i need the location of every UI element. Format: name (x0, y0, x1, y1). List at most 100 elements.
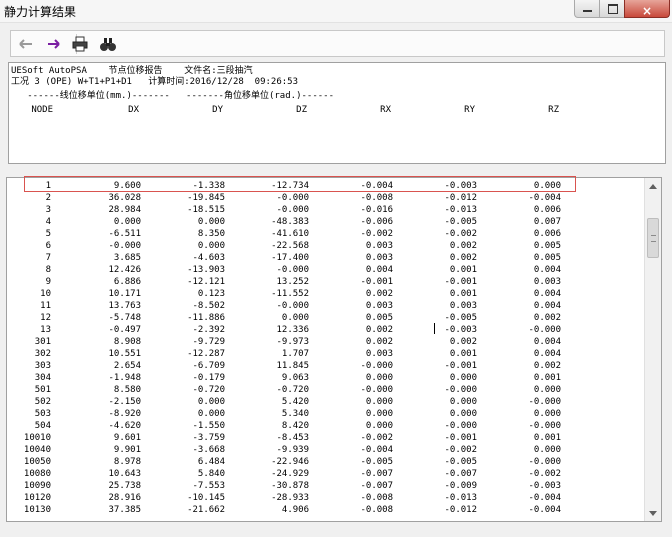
table-row[interactable]: 503 -8.920 0.000 5.340 0.000 0.000 0.000 (7, 408, 645, 420)
table-row[interactable]: 504 -4.620 -1.550 8.420 0.000 -0.000 -0.000 (7, 420, 645, 432)
table-cell: -24.929 (271, 469, 309, 479)
table-cell: -0.003 (528, 481, 561, 491)
print-button[interactable] (69, 33, 91, 55)
table-row[interactable]: 8 12.426 -13.903 -0.000 0.004 0.001 0.004 (7, 264, 645, 276)
table-row[interactable]: 10080 10.643 5.840 -24.929 -0.007 -0.007 -0.00… (7, 468, 645, 480)
table-cell: 9.601 (113, 433, 141, 443)
table-cell: 0.000 (197, 241, 225, 251)
table-cell: -0.008 (360, 493, 393, 503)
forward-arrow-icon (48, 39, 60, 49)
table-row[interactable]: 5 -6.511 8.350 -41.610 -0.002 -0.002 0.006 (7, 228, 645, 240)
table-cell: 301 (34, 337, 51, 347)
table-cell: -1.338 (192, 181, 225, 191)
table-cell: 10.643 (108, 469, 141, 479)
table-row[interactable]: 501 8.580 -0.720 -0.720 -0.000 -0.000 0.000 (7, 384, 645, 396)
table-cell: 0.002 (449, 337, 477, 347)
report-header-panel: UESoft AutoPSA 节点位移报告 文件名:三段抽汽 工况 3 (OPE… (8, 62, 666, 164)
table-row[interactable]: 11 13.763 -8.502 -0.000 0.003 0.003 0.004 (7, 300, 645, 312)
table-row[interactable]: 6 -0.000 0.000 -22.568 0.003 0.002 0.005 (7, 240, 645, 252)
scrollbar-thumb[interactable] (647, 218, 659, 258)
table-row[interactable]: 13 -0.497 -2.392 12.336 0.002 -0.003 -0.000 (7, 324, 645, 336)
report-case-line: 工况 3 (OPE) W+T1+P1+D1 计算时间:2016/12/28 09… (11, 77, 298, 87)
table-cell: 0.000 (449, 373, 477, 383)
minimize-button[interactable] (574, 0, 600, 18)
table-cell: 12.336 (276, 325, 309, 335)
table-cell: 0.005 (533, 241, 561, 251)
close-button[interactable]: × (624, 0, 670, 18)
table-cell: 0.000 (365, 397, 393, 407)
table-cell: 0.002 (533, 313, 561, 323)
table-cell: -0.000 (360, 385, 393, 395)
table-cell: -0.012 (444, 505, 477, 515)
window-title: 静力计算结果 (4, 5, 77, 19)
table-row[interactable]: 304 -1.948 -0.179 9.063 0.000 0.000 0.001 (7, 372, 645, 384)
table-row[interactable]: 10010 9.601 -3.759 -8.453 -0.002 -0.001 0.001 (7, 432, 645, 444)
displacement-table[interactable]: 1 9.600 -1.338 -12.734 -0.004 -0.003 0.000 2 36.… (6, 177, 662, 522)
scroll-down-icon[interactable] (649, 511, 657, 516)
col-header-ry: RY (464, 105, 475, 115)
vertical-scrollbar[interactable] (644, 178, 661, 521)
table-row[interactable]: 303 2.654 -6.709 11.845 -0.000 -0.001 0.002 (7, 360, 645, 372)
table-cell: -0.006 (360, 217, 393, 227)
table-cell: 10080 (23, 469, 51, 479)
table-cell: -10.145 (187, 493, 225, 503)
table-cell: -0.000 (108, 241, 141, 251)
table-cell: 10.171 (108, 289, 141, 299)
table-row[interactable]: 10050 8.978 6.484 -22.946 -0.005 -0.005 -0.000 (7, 456, 645, 468)
table-row[interactable]: 9 6.886 -12.121 13.252 -0.001 -0.001 0.003 (7, 276, 645, 288)
table-cell: -9.729 (192, 337, 225, 347)
table-row[interactable]: 2 36.028 -19.845 -0.000 -0.008 -0.012 -0.004 (7, 192, 645, 204)
table-cell: 5 (45, 229, 51, 239)
table-cell: -0.000 (276, 265, 309, 275)
table-cell: 0.002 (449, 241, 477, 251)
table-cell: -0.001 (444, 361, 477, 371)
table-row[interactable]: 7 3.685 -4.603 -17.400 0.003 0.002 0.005 (7, 252, 645, 264)
table-cell: -0.720 (276, 385, 309, 395)
table-cell: 12 (40, 313, 51, 323)
table-row[interactable]: 10130 37.385 -21.662 4.906 -0.008 -0.012 -0.00… (7, 504, 645, 516)
forward-button[interactable] (43, 33, 65, 55)
maximize-button[interactable] (599, 0, 625, 18)
report-title-line: UESoft AutoPSA 节点位移报告 文件名:三段抽汽 (11, 66, 253, 76)
table-cell: 13.252 (276, 277, 309, 287)
table-cell: 502 (34, 397, 51, 407)
table-cell: 0.003 (449, 301, 477, 311)
table-cell: 8.908 (113, 337, 141, 347)
table-cell: 0.002 (365, 289, 393, 299)
table-row[interactable]: 301 8.908 -9.729 -9.973 0.002 0.002 0.004 (7, 336, 645, 348)
table-cell: -0.002 (360, 229, 393, 239)
table-row[interactable]: 3 28.984 -18.515 -0.000 -0.016 -0.013 0.006 (7, 204, 645, 216)
table-cell: 0.000 (533, 181, 561, 191)
print-icon (72, 36, 88, 52)
table-cell: -8.920 (108, 409, 141, 419)
table-row[interactable]: 10 10.171 0.123 -11.552 0.002 0.001 0.004 (7, 288, 645, 300)
back-button[interactable] (15, 33, 37, 55)
table-row[interactable]: 12 -5.748 -11.886 0.000 0.005 -0.005 0.002 (7, 312, 645, 324)
table-cell: -21.662 (187, 505, 225, 515)
table-cell: -0.005 (360, 457, 393, 467)
scroll-up-icon[interactable] (649, 184, 657, 189)
table-cell: -12.734 (271, 181, 309, 191)
table-cell: 0.001 (449, 265, 477, 275)
table-cell: -0.000 (276, 205, 309, 215)
table-cell: -0.004 (360, 445, 393, 455)
table-row[interactable]: 10040 9.901 -3.668 -9.939 -0.004 -0.002 0.000 (7, 444, 645, 456)
table-cell: 302 (34, 349, 51, 359)
table-cell: 0.001 (449, 349, 477, 359)
table-cell: -0.005 (444, 313, 477, 323)
table-cell: 0.001 (533, 373, 561, 383)
table-cell: 25.738 (108, 481, 141, 491)
table-row[interactable]: 10090 25.738 -7.553 -30.878 -0.007 -0.009 -0.0… (7, 480, 645, 492)
table-cell: 0.000 (533, 385, 561, 395)
table-cell: 0.007 (533, 217, 561, 227)
table-cell: -12.287 (187, 349, 225, 359)
table-cell: 8.978 (113, 457, 141, 467)
table-row[interactable]: 4 0.000 0.000 -48.383 -0.006 -0.005 0.007 (7, 216, 645, 228)
table-row[interactable]: 302 10.551 -12.287 1.707 0.003 0.001 0.004 (7, 348, 645, 360)
find-button[interactable] (97, 33, 119, 55)
table-row[interactable]: 502 -2.150 0.000 5.420 0.000 0.000 -0.000 (7, 396, 645, 408)
table-cell: 2 (45, 193, 51, 203)
table-row[interactable]: 10120 28.916 -10.145 -28.933 -0.008 -0.013 -0.… (7, 492, 645, 504)
table-row[interactable]: 1 9.600 -1.338 -12.734 -0.004 -0.003 0.000 (7, 180, 645, 192)
table-cell: -30.878 (271, 481, 309, 491)
